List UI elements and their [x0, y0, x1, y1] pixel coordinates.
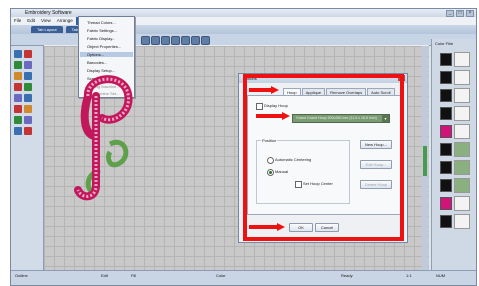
measure-tool-icon[interactable] [24, 116, 32, 124]
object-preview[interactable] [454, 52, 470, 67]
minimize-button[interactable]: _ [446, 10, 454, 17]
scrollbar-thumb[interactable] [423, 146, 427, 176]
menu-edit[interactable]: Edit [24, 17, 38, 25]
pan-tool-icon[interactable] [14, 127, 22, 135]
status-zoom: 1:1 [406, 273, 412, 278]
color-swatch[interactable] [440, 71, 452, 84]
menu-item-object-properties[interactable]: Object Properties... [87, 44, 121, 49]
fill-tool-icon[interactable] [14, 61, 22, 69]
object-preview[interactable] [454, 106, 470, 121]
color-film-panel: Color Film [431, 39, 476, 271]
shape-tool-icon[interactable] [24, 61, 32, 69]
object-preview[interactable] [454, 70, 470, 85]
color-swatch[interactable] [440, 53, 452, 66]
close-button[interactable]: × [466, 10, 474, 17]
select-tool-icon[interactable] [14, 50, 22, 58]
tool-icon[interactable] [161, 36, 170, 45]
status-bar: Outline Edit Fill Color Ready 1:1 NUM [11, 270, 476, 285]
object-preview[interactable] [454, 160, 470, 175]
annotation-highlight-box [243, 74, 404, 241]
annotation-arrow-icon [249, 223, 285, 231]
status-num: NUM [436, 273, 446, 278]
status-color[interactable]: Color [216, 273, 226, 278]
doc-tab-1[interactable]: Tab Layout [31, 26, 63, 33]
outline-tool-icon[interactable] [14, 94, 22, 102]
object-preview[interactable] [454, 88, 470, 103]
node-tool-icon[interactable] [24, 94, 32, 102]
status-edit[interactable]: Edit [101, 273, 108, 278]
color-swatch[interactable] [440, 179, 452, 192]
stitch-tool-icon[interactable] [24, 83, 32, 91]
color-swatch[interactable] [440, 215, 452, 228]
vertical-scrollbar[interactable] [422, 46, 428, 276]
annotation-arrow-icon [256, 112, 290, 120]
tool-icon[interactable] [141, 36, 150, 45]
object-preview[interactable] [454, 214, 470, 229]
knife-tool-icon[interactable] [14, 105, 22, 113]
left-toolbox [11, 46, 44, 271]
zoom-tool-icon[interactable] [24, 72, 32, 80]
menu-item-thread-colors[interactable]: Thread Colors... [87, 20, 116, 25]
window-title: Embroidery Software [25, 10, 72, 16]
embroidered-letter-p[interactable] [66, 66, 146, 206]
maximize-button[interactable]: □ [456, 10, 464, 17]
menu-item-options[interactable]: Options... [80, 52, 133, 57]
object-preview[interactable] [454, 124, 470, 139]
status-ready: Ready [341, 273, 353, 278]
draw-tool-icon[interactable] [24, 50, 32, 58]
status-fill[interactable]: Fill [131, 273, 136, 278]
tool-icon[interactable] [181, 36, 190, 45]
color-swatch[interactable] [440, 107, 452, 120]
menu-item-barcodes[interactable]: Barcodes... [87, 60, 107, 65]
annotation-arrow-icon [249, 86, 279, 94]
tool-icon[interactable] [201, 36, 210, 45]
pen-tool-icon[interactable] [24, 105, 32, 113]
monogram-tool-icon[interactable] [14, 116, 22, 124]
panel-title: Color Film [435, 41, 454, 46]
color-swatch[interactable] [440, 161, 452, 174]
text-tool-icon[interactable] [14, 72, 22, 80]
menu-view[interactable]: View [38, 17, 54, 25]
object-preview[interactable] [454, 142, 470, 157]
color-swatch[interactable] [440, 125, 452, 138]
color-swatch[interactable] [440, 89, 452, 102]
menu-item-fabric-display[interactable]: Fabric Display... [87, 36, 115, 41]
eraser-tool-icon[interactable] [24, 127, 32, 135]
menu-arrange[interactable]: Arrange [54, 17, 76, 25]
object-preview[interactable] [454, 178, 470, 193]
color-swatch[interactable] [440, 197, 452, 210]
applique-tool-icon[interactable] [14, 83, 22, 91]
object-preview[interactable] [454, 196, 470, 211]
color-swatch[interactable] [440, 143, 452, 156]
tool-icon[interactable] [151, 36, 160, 45]
status-outline[interactable]: Outline [15, 273, 28, 278]
menu-item-fabric-settings[interactable]: Fabric Settings... [87, 28, 117, 33]
tool-icon[interactable] [191, 36, 200, 45]
menu-file[interactable]: File [11, 17, 24, 25]
tool-icon[interactable] [171, 36, 180, 45]
